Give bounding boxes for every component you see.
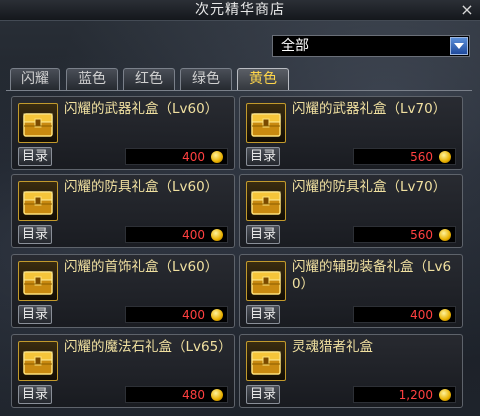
price-field: 560 [353, 226, 456, 243]
item-name: 闪耀的武器礼盒（Lv60） [64, 101, 219, 117]
gold-coin-icon [439, 389, 451, 401]
shop-item-card[interactable]: 闪耀的武器礼盒（Lv70） 目录 560 [239, 96, 463, 170]
item-name: 闪耀的辅助装备礼盒（Lv60） [292, 259, 452, 292]
shop-item-card[interactable]: 灵魂猎者礼盒目录 1,200 [239, 334, 463, 408]
shop-window: 次元精华商店 × 全部 闪耀 蓝色 红色 绿色 黄色 闪耀的武器礼盒（Lv60）… [0, 0, 480, 416]
item-name: 闪耀的防具礼盒（Lv70） [292, 179, 447, 195]
gold-coin-icon [439, 229, 451, 241]
gift-chest-icon[interactable] [18, 341, 58, 381]
shop-item-card[interactable]: 闪耀的防具礼盒（Lv60） 目录 400 [11, 174, 235, 248]
gift-chest-icon[interactable] [246, 181, 286, 221]
price-field: 400 [125, 148, 228, 165]
gift-chest-icon[interactable] [246, 261, 286, 301]
gold-coin-icon [211, 229, 223, 241]
tab-blue[interactable]: 蓝色 [66, 68, 118, 90]
gold-coin-icon [211, 151, 223, 163]
gift-chest-icon[interactable] [246, 341, 286, 381]
item-name: 闪耀的防具礼盒（Lv60） [64, 179, 219, 195]
price-field: 400 [125, 306, 228, 323]
close-icon[interactable]: × [458, 0, 476, 20]
shop-item-card[interactable]: 闪耀的防具礼盒（Lv70） 目录 560 [239, 174, 463, 248]
item-price: 400 [410, 308, 433, 322]
tab-green[interactable]: 绿色 [180, 68, 232, 90]
gift-chest-icon[interactable] [18, 103, 58, 143]
item-price: 400 [182, 228, 205, 242]
catalog-button[interactable]: 目录 [18, 225, 52, 244]
catalog-button[interactable]: 目录 [246, 385, 280, 404]
tab-divider [6, 90, 472, 91]
gold-coin-icon [439, 309, 451, 321]
gift-chest-icon[interactable] [18, 261, 58, 301]
title-bar[interactable]: 次元精华商店 × [0, 0, 480, 21]
gold-coin-icon [439, 151, 451, 163]
price-field: 400 [353, 306, 456, 323]
item-price: 560 [410, 228, 433, 242]
item-price: 400 [182, 150, 205, 164]
catalog-button[interactable]: 目录 [18, 147, 52, 166]
catalog-button[interactable]: 目录 [246, 147, 280, 166]
shop-item-card[interactable]: 闪耀的首饰礼盒（Lv60） 目录 400 [11, 254, 235, 328]
price-field: 1,200 [353, 386, 456, 403]
shop-item-card[interactable]: 闪耀的辅助装备礼盒（Lv60） 目录 400 [239, 254, 463, 328]
item-price: 480 [182, 388, 205, 402]
tab-red[interactable]: 红色 [123, 68, 175, 90]
item-price: 560 [410, 150, 433, 164]
item-name: 灵魂猎者礼盒 [292, 339, 373, 355]
item-name: 闪耀的首饰礼盒（Lv60） [64, 259, 219, 275]
dropdown-selected-value: 全部 [281, 38, 309, 54]
shop-item-card[interactable]: 闪耀的武器礼盒（Lv60） 目录 400 [11, 96, 235, 170]
shop-item-card[interactable]: 闪耀的魔法石礼盒（Lv65） 目录 480 [11, 334, 235, 408]
price-field: 480 [125, 386, 228, 403]
category-dropdown[interactable]: 全部 [272, 35, 470, 57]
window-title: 次元精华商店 [195, 2, 285, 18]
item-price: 400 [182, 308, 205, 322]
catalog-button[interactable]: 目录 [18, 385, 52, 404]
tab-yellow[interactable]: 黄色 [237, 68, 289, 90]
item-price: 1,200 [398, 388, 433, 402]
catalog-button[interactable]: 目录 [246, 225, 280, 244]
catalog-button[interactable]: 目录 [18, 305, 52, 324]
chevron-down-icon[interactable] [450, 37, 468, 55]
price-field: 560 [353, 148, 456, 165]
gold-coin-icon [211, 309, 223, 321]
gift-chest-icon[interactable] [18, 181, 58, 221]
gift-chest-icon[interactable] [246, 103, 286, 143]
tab-shining[interactable]: 闪耀 [10, 68, 60, 90]
item-name: 闪耀的武器礼盒（Lv70） [292, 101, 447, 117]
item-name: 闪耀的魔法石礼盒（Lv65） [64, 339, 232, 355]
catalog-button[interactable]: 目录 [246, 305, 280, 324]
price-field: 400 [125, 226, 228, 243]
gold-coin-icon [211, 389, 223, 401]
